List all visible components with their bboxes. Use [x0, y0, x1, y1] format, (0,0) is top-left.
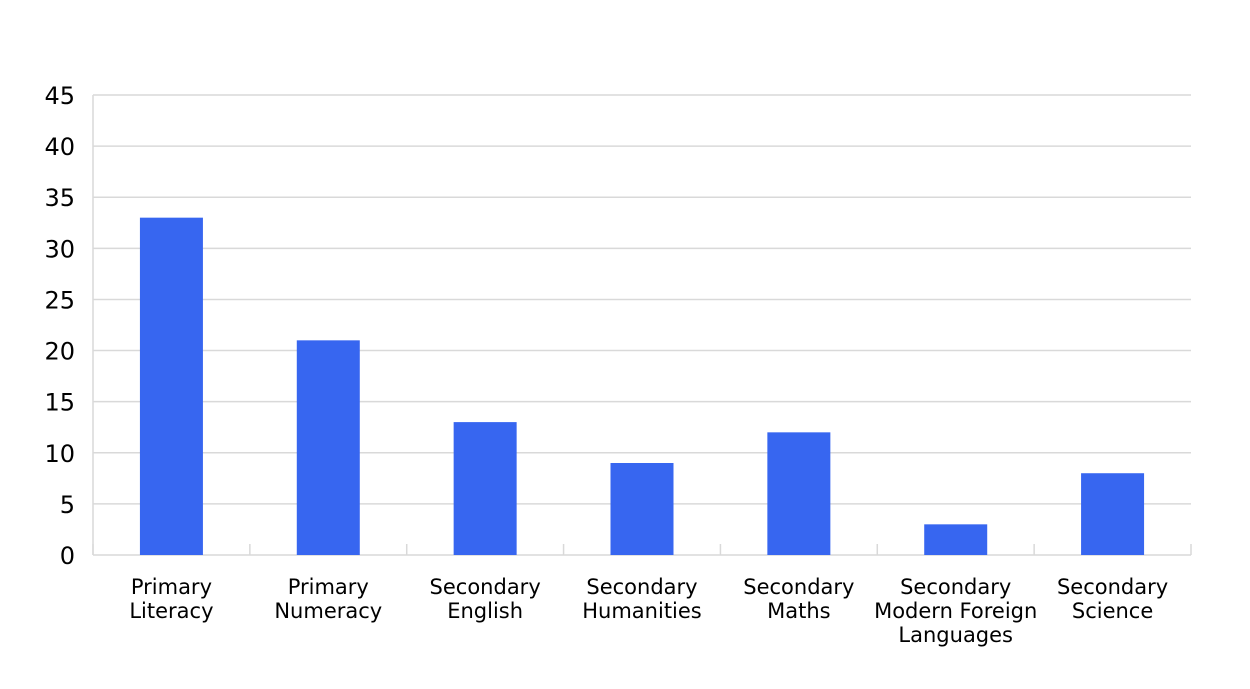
x-tick-label-line: Numeracy: [274, 599, 382, 623]
y-tick-label: 5: [60, 491, 75, 519]
y-axis-ticks: 0 5 10 15 20 25 30 35 40 45: [44, 82, 75, 570]
x-tick-label-line: Literacy: [129, 599, 213, 623]
x-tick-label-line: Maths: [767, 599, 830, 623]
x-tick-label: Primary Literacy: [129, 575, 213, 623]
x-tick-label: Secondary Humanities: [582, 575, 702, 623]
y-tick-label: 35: [44, 184, 75, 212]
y-tick-label: 40: [44, 133, 75, 161]
x-tick-label: Primary Numeracy: [274, 575, 382, 623]
x-tick-label-line: Primary: [288, 575, 369, 599]
x-tick-label-line: Modern Foreign: [874, 599, 1037, 623]
x-tick-label-line: Primary: [131, 575, 212, 599]
x-tick-label: Secondary English: [430, 575, 541, 623]
x-tick-label-line: Secondary: [1057, 575, 1168, 599]
bar: [296, 340, 360, 555]
bar: [610, 463, 674, 555]
x-tick-label-line: Secondary: [743, 575, 854, 599]
y-tick-label: 25: [44, 286, 75, 314]
y-tick-label: 15: [44, 389, 75, 417]
x-tick-label-line: Secondary: [430, 575, 541, 599]
y-tick-label: 30: [44, 235, 75, 263]
y-tick-label: 10: [44, 440, 75, 468]
bar-chart: 051015202530354045 Primary LiteracyPrimar…: [44, 82, 1192, 647]
x-tick-label-line: English: [447, 599, 523, 623]
bar: [1081, 473, 1145, 555]
x-axis-labels: Primary LiteracyPrimary NumeracySecondary E…: [129, 575, 1168, 647]
bar: [139, 217, 203, 555]
y-tick-label: 20: [44, 338, 75, 366]
x-tick-label-line: Humanities: [582, 599, 702, 623]
bar: [767, 432, 831, 555]
x-tick-label: Secondary Modern Foreign Languages: [874, 575, 1037, 647]
bar: [924, 524, 988, 555]
x-tick-label-line: Science: [1072, 599, 1153, 623]
x-tick-label-line: Secondary: [586, 575, 697, 599]
y-tick-label: 0: [60, 542, 75, 570]
x-tick-label-line: Languages: [898, 623, 1013, 647]
bar: [453, 422, 517, 555]
y-tick-label: 45: [44, 82, 75, 110]
x-tick-label: Secondary Maths: [743, 575, 854, 623]
x-tick-label-line: Secondary: [900, 575, 1011, 599]
x-tick-label: Secondary Science: [1057, 575, 1168, 623]
